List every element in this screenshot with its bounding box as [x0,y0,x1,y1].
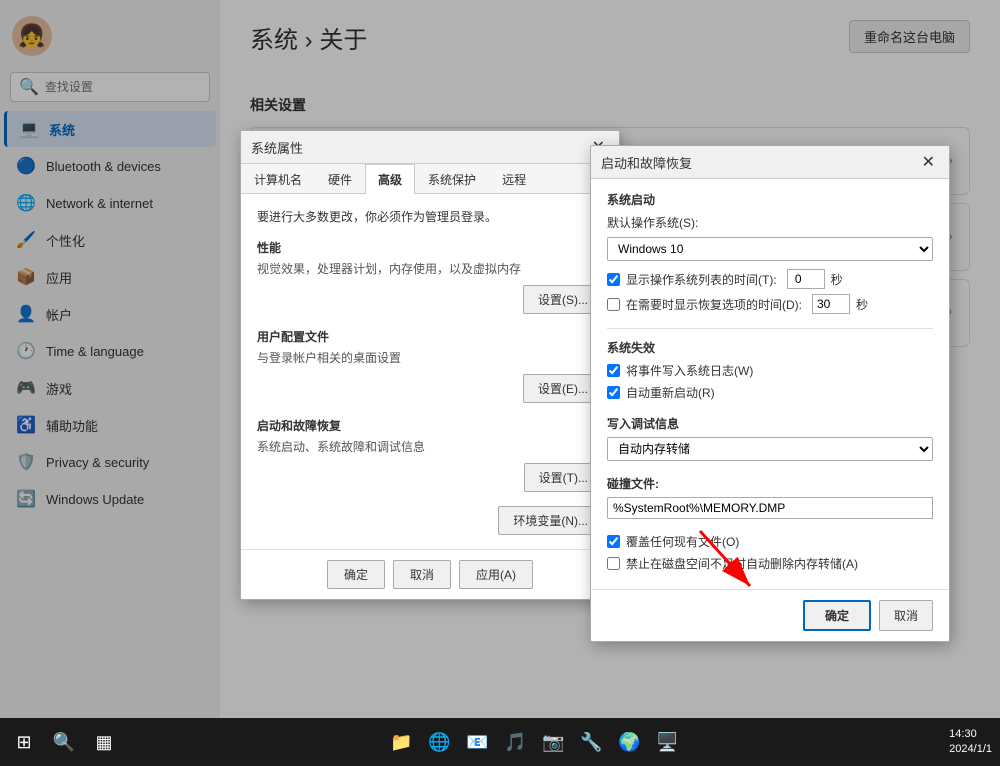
section-btn-row: 设置(E)... [257,374,603,403]
section-btn-row: 设置(T)... [257,463,603,492]
disable-checkbox[interactable] [607,557,620,570]
show-recovery-checkbox[interactable] [607,298,620,311]
taskbar-time: 14:302024/1/1 [949,727,992,758]
section-desc: 系统启动、系统故障和调试信息 [257,438,603,455]
section-title: 性能 [257,239,603,256]
section-title: 启动和故障恢复 [257,417,603,434]
taskbar-icons-center: 📁 🌐 📧 🎵 📷 🔧 🌍 🖥️ [128,726,941,758]
write-event-label: 将事件写入系统日志(W) [626,362,753,379]
taskbar-system-tray: 14:302024/1/1 [949,727,992,758]
sys-props-tabs: 计算机名硬件高级系统保护远程 [241,164,619,194]
sys-props-body: 要进行大多数更改，你必须作为管理员登录。 性能 视觉效果，处理器计划，内存使用，… [241,194,619,549]
intro-text: 要进行大多数更改，你必须作为管理员登录。 [257,208,603,225]
section-btn-row: 设置(S)... [257,285,603,314]
sys-props-tab-硬件[interactable]: 硬件 [315,164,365,194]
sys-props-sections: 性能 视觉效果，处理器计划，内存使用，以及虚拟内存 设置(S)... 用户配置文… [257,239,603,492]
sys-props-apply-button[interactable]: 应用(A) [459,560,533,589]
default-os-select[interactable]: Windows 10 [607,237,933,261]
sys-props-title: 系统属性 [251,138,303,157]
overwrite-checkbox-row: 覆盖任何现有文件(O) [607,533,933,550]
recovery-title: 启动和故障恢复 [601,153,692,172]
recovery-title-bar: 启动和故障恢复 ✕ [591,146,949,179]
recovery-cancel-button[interactable]: 取消 [879,600,933,631]
env-variables-button[interactable]: 环境变量(N)... [498,506,603,535]
debug-info-label: 写入调试信息 [607,415,933,432]
recovery-btn-row: 确定 取消 [591,589,949,641]
taskbar-photo-icon[interactable]: 📷 [538,726,570,758]
debug-info-section: 写入调试信息 自动内存转储 [607,415,933,461]
overwrite-checkbox[interactable] [607,535,620,548]
sys-props-btn-row: 确定 取消 应用(A) [241,549,619,599]
dump-file-input[interactable] [607,497,933,519]
sys-props-ok-button[interactable]: 确定 [327,560,385,589]
default-os-row: 默认操作系统(S): [607,214,933,231]
debug-dropdown[interactable]: 自动内存转储 [607,437,933,461]
sys-props-section-用户配置文件: 用户配置文件 与登录帐户相关的桌面设置 设置(E)... [257,328,603,403]
taskbar-music-icon[interactable]: 🎵 [500,726,532,758]
sys-props-section-性能: 性能 视觉效果，处理器计划，内存使用，以及虚拟内存 设置(S)... [257,239,603,314]
taskbar-settings-icon[interactable]: 🔧 [576,726,608,758]
taskbar-monitor-icon[interactable]: 🖥️ [652,726,684,758]
sys-props-tab-高级[interactable]: 高级 [365,164,415,194]
write-event-checkbox[interactable] [607,364,620,377]
write-event-row: 将事件写入系统日志(W) [607,362,933,379]
show-recovery-label: 在需要时显示恢复选项的时间(D): [626,296,802,313]
sys-props-section-启动和故障恢复: 启动和故障恢复 系统启动、系统故障和调试信息 设置(T)... [257,417,603,492]
show-time-label: 显示操作系统列表的时间(T): [626,271,777,288]
section-title: 用户配置文件 [257,328,603,345]
taskbar-explorer-icon[interactable]: 📁 [386,726,418,758]
show-recovery-checkbox-row: 在需要时显示恢复选项的时间(D): 秒 [607,294,933,314]
sys-props-title-bar: 系统属性 ✕ [241,131,619,164]
taskbar-edge-icon[interactable]: 🌐 [424,726,456,758]
section-desc: 视觉效果，处理器计划，内存使用，以及虚拟内存 [257,260,603,277]
auto-restart-row: 自动重新启动(R) [607,384,933,401]
default-os-label: 默认操作系统(S): [607,214,933,231]
recovery-close-button[interactable]: ✕ [918,152,939,172]
sys-props-tab-系统保护[interactable]: 系统保护 [415,164,489,194]
taskbar-mail-icon[interactable]: 📧 [462,726,494,758]
taskbar-earth-icon[interactable]: 🌍 [614,726,646,758]
start-button[interactable]: ⊞ [8,726,40,758]
overwrite-label: 覆盖任何现有文件(O) [626,533,739,550]
system-failure-section: 系统失效 将事件写入系统日志(W) 自动重新启动(R) [607,339,933,401]
startup-recovery-dialog: 启动和故障恢复 ✕ 系统启动 默认操作系统(S): Windows 10 显示操… [590,145,950,642]
system-startup-label: 系统启动 [607,191,933,208]
show-time-checkbox-row: 显示操作系统列表的时间(T): 秒 [607,269,933,289]
sys-props-cancel-button[interactable]: 取消 [393,560,451,589]
show-time-input[interactable] [787,269,825,289]
section-desc: 与登录帐户相关的桌面设置 [257,349,603,366]
show-recovery-input[interactable] [812,294,850,314]
disable-checkbox-row: 禁止在磁盘空间不足时自动删除内存转储(A) [607,555,933,572]
recovery-body: 系统启动 默认操作系统(S): Windows 10 显示操作系统列表的时间(T… [591,179,949,589]
system-properties-dialog: 系统属性 ✕ 计算机名硬件高级系统保护远程 要进行大多数更改，你必须作为管理员登… [240,130,620,600]
sys-props-tab-远程[interactable]: 远程 [489,164,539,194]
show-recovery-unit: 秒 [856,296,868,313]
sys-props-tab-计算机名[interactable]: 计算机名 [241,164,315,194]
recovery-ok-button[interactable]: 确定 [803,600,871,631]
dump-file-label: 碰撞文件: [607,475,933,492]
dump-file-section: 碰撞文件: [607,475,933,519]
show-time-checkbox[interactable] [607,273,620,286]
system-startup-section: 系统启动 默认操作系统(S): Windows 10 显示操作系统列表的时间(T… [607,191,933,314]
disable-label: 禁止在磁盘空间不足时自动删除内存转储(A) [626,555,858,572]
system-failure-label: 系统失效 [607,339,933,356]
show-time-unit: 秒 [831,271,843,288]
auto-restart-checkbox[interactable] [607,386,620,399]
taskbar: ⊞ 🔍 ▦ 📁 🌐 📧 🎵 📷 🔧 🌍 🖥️ 14:302024/1/1 [0,718,1000,766]
taskbar-search-button[interactable]: 🔍 [48,726,80,758]
env-btn-row: 环境变量(N)... [257,506,603,535]
intro-section: 要进行大多数更改，你必须作为管理员登录。 [257,208,603,225]
auto-restart-label: 自动重新启动(R) [626,384,715,401]
task-view-button[interactable]: ▦ [88,726,120,758]
